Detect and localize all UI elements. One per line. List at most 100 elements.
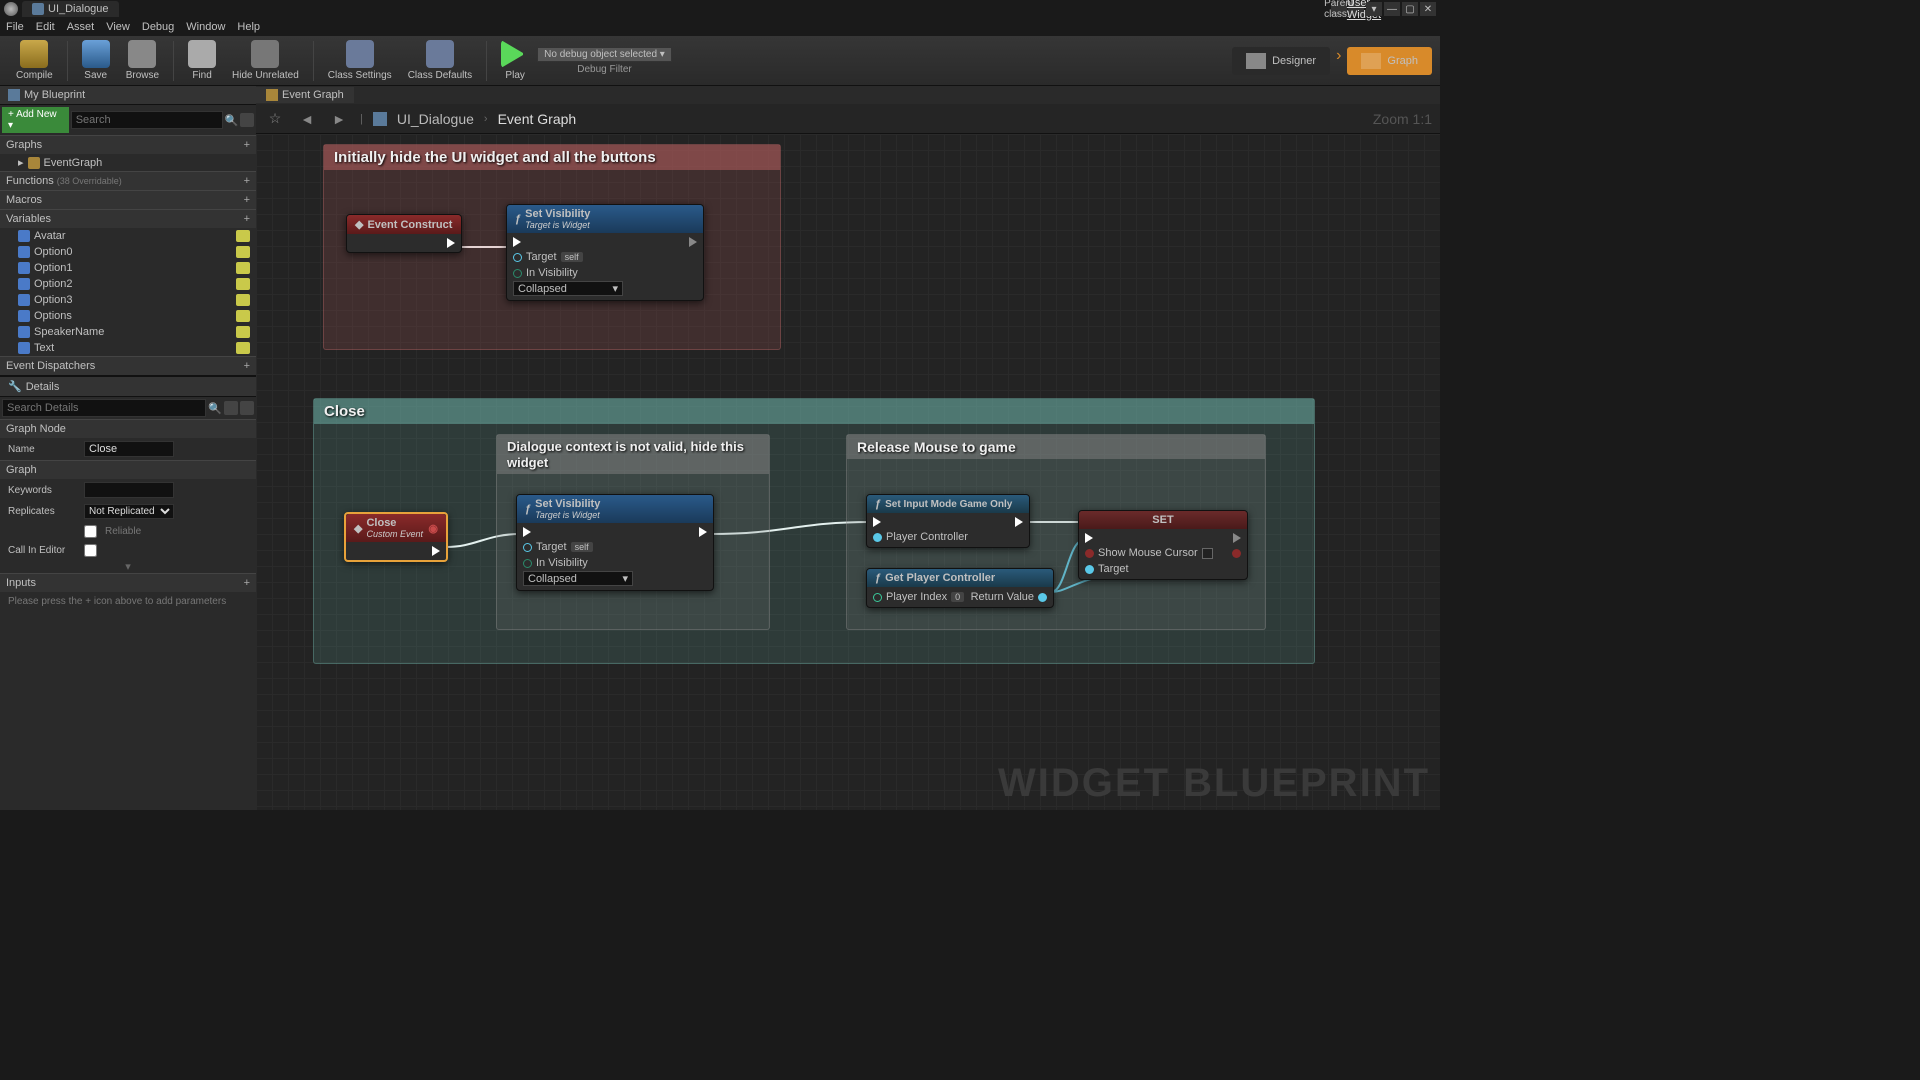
macros-section[interactable]: Macros <box>6 194 42 206</box>
call-in-editor-checkbox[interactable] <box>84 544 97 557</box>
menu-window[interactable]: Window <box>186 21 225 33</box>
enum-pin[interactable] <box>513 269 522 278</box>
compile-button[interactable]: Compile <box>8 38 61 83</box>
functions-section[interactable]: Functions <box>6 175 54 187</box>
my-blueprint-search[interactable] <box>71 111 223 129</box>
minimize-button[interactable]: — <box>1384 2 1400 16</box>
nav-back-button[interactable]: ◄ <box>296 108 318 130</box>
node-get-player-controller[interactable]: ƒGet Player Controller Player Index0 Ret… <box>866 568 1054 608</box>
variable-option0[interactable]: Option0 <box>0 244 256 260</box>
keywords-field[interactable] <box>84 482 174 498</box>
visibility-toggle[interactable] <box>236 326 250 338</box>
graph-canvas[interactable]: Initially hide the UI widget and all the… <box>256 134 1440 810</box>
target-pin[interactable] <box>513 253 522 262</box>
obj-pin[interactable] <box>873 533 882 542</box>
target-pin[interactable] <box>523 543 532 552</box>
exec-in-pin[interactable] <box>873 517 881 527</box>
return-pin[interactable] <box>1038 593 1047 602</box>
replicates-combo[interactable]: Not Replicated <box>84 504 174 519</box>
graph-tab[interactable]: Graph <box>1347 47 1432 75</box>
node-set-variable[interactable]: SET Show Mouse Cursor Target <box>1078 510 1248 580</box>
visibility-toggle[interactable] <box>236 310 250 322</box>
menu-help[interactable]: Help <box>237 21 260 33</box>
node-event-construct[interactable]: ◆Event Construct <box>346 214 462 253</box>
menu-asset[interactable]: Asset <box>67 21 95 33</box>
exec-out-pin[interactable] <box>1233 533 1241 543</box>
variable-option3[interactable]: Option3 <box>0 292 256 308</box>
event-graph-tab[interactable]: Event Graph <box>256 87 354 103</box>
maximize-button[interactable]: ▢ <box>1402 2 1418 16</box>
save-button[interactable]: Save <box>74 38 118 83</box>
designer-tab[interactable]: Designer <box>1232 47 1330 75</box>
node-name-field[interactable] <box>84 441 174 457</box>
menu-edit[interactable]: Edit <box>36 21 55 33</box>
variable-option2[interactable]: Option2 <box>0 276 256 292</box>
node-set-visibility[interactable]: ƒSet VisibilityTarget is Widget Targetse… <box>516 494 714 591</box>
node-set-visibility[interactable]: ƒSet VisibilityTarget is Widget Targetse… <box>506 204 704 301</box>
view-options-icon[interactable] <box>240 113 254 127</box>
favorite-icon[interactable]: ☆ <box>264 108 286 130</box>
add-function-button[interactable]: + <box>244 175 250 187</box>
add-dispatcher-button[interactable]: + <box>244 360 250 372</box>
hide-unrelated-button[interactable]: Hide Unrelated <box>224 38 307 83</box>
exec-out-pin[interactable] <box>699 527 707 537</box>
exec-in-pin[interactable] <box>513 237 521 247</box>
bool-out-pin[interactable] <box>1232 549 1241 558</box>
variable-text[interactable]: Text <box>0 340 256 356</box>
reliable-checkbox[interactable] <box>84 525 97 538</box>
find-button[interactable]: Find <box>180 38 224 83</box>
visibility-combo[interactable]: Collapsed▾ <box>513 281 623 296</box>
eye-icon[interactable] <box>240 401 254 415</box>
eventgraph-item[interactable]: ▸EventGraph <box>0 154 256 171</box>
browse-button[interactable]: Browse <box>118 38 167 83</box>
visibility-toggle[interactable] <box>236 246 250 258</box>
add-variable-button[interactable]: + <box>244 213 250 225</box>
node-set-input-mode[interactable]: ƒSet Input Mode Game Only Player Control… <box>866 494 1030 548</box>
graph-node-section[interactable]: Graph Node <box>6 423 66 435</box>
add-graph-button[interactable]: + <box>244 139 250 151</box>
add-new-button[interactable]: + Add New ▾ <box>2 107 69 133</box>
menu-file[interactable]: File <box>6 21 24 33</box>
enum-pin[interactable] <box>523 559 532 568</box>
details-search[interactable] <box>2 399 206 417</box>
visibility-toggle[interactable] <box>236 294 250 306</box>
my-blueprint-tab[interactable]: My Blueprint <box>0 86 256 105</box>
visibility-toggle[interactable] <box>236 278 250 290</box>
matrix-icon[interactable] <box>224 401 238 415</box>
inputs-section[interactable]: Inputs <box>6 577 36 589</box>
bool-checkbox[interactable] <box>1202 548 1213 559</box>
visibility-combo[interactable]: Collapsed▾ <box>523 571 633 586</box>
play-button[interactable]: Play <box>493 38 537 83</box>
menu-view[interactable]: View <box>106 21 130 33</box>
variable-speakername[interactable]: SpeakerName <box>0 324 256 340</box>
delegate-pin[interactable]: ◉ <box>428 522 438 535</box>
variable-options[interactable]: Options <box>0 308 256 324</box>
graphs-section[interactable]: Graphs <box>6 139 42 151</box>
variables-section[interactable]: Variables <box>6 213 51 225</box>
exec-out-pin[interactable] <box>447 238 455 248</box>
exec-out-pin[interactable] <box>432 546 440 556</box>
visibility-toggle[interactable] <box>236 342 250 354</box>
exec-out-pin[interactable] <box>1015 517 1023 527</box>
add-input-button[interactable]: + <box>244 577 250 589</box>
search-icon[interactable]: 🔍 <box>225 114 239 127</box>
visibility-toggle[interactable] <box>236 262 250 274</box>
search-icon[interactable]: 🔍 <box>208 402 222 415</box>
details-tab[interactable]: 🔧Details <box>0 377 256 397</box>
class-settings-button[interactable]: Class Settings <box>320 38 400 83</box>
exec-in-pin[interactable] <box>1085 533 1093 543</box>
class-defaults-button[interactable]: Class Defaults <box>400 38 480 83</box>
nav-forward-button[interactable]: ► <box>328 108 350 130</box>
bc-leaf[interactable]: Event Graph <box>498 111 577 127</box>
variable-option1[interactable]: Option1 <box>0 260 256 276</box>
bc-root[interactable]: UI_Dialogue <box>397 111 474 127</box>
target-pin[interactable] <box>1085 565 1094 574</box>
down-icon[interactable]: ▾ <box>1366 2 1382 16</box>
event-dispatchers-section[interactable]: Event Dispatchers <box>6 360 95 372</box>
variable-avatar[interactable]: Avatar <box>0 228 256 244</box>
debug-object-combo[interactable]: No debug object selected ▾ <box>537 47 672 62</box>
visibility-toggle[interactable] <box>236 230 250 242</box>
bool-pin[interactable] <box>1085 549 1094 558</box>
node-close-event[interactable]: ◆CloseCustom Event◉ <box>344 512 448 562</box>
add-macro-button[interactable]: + <box>244 194 250 206</box>
